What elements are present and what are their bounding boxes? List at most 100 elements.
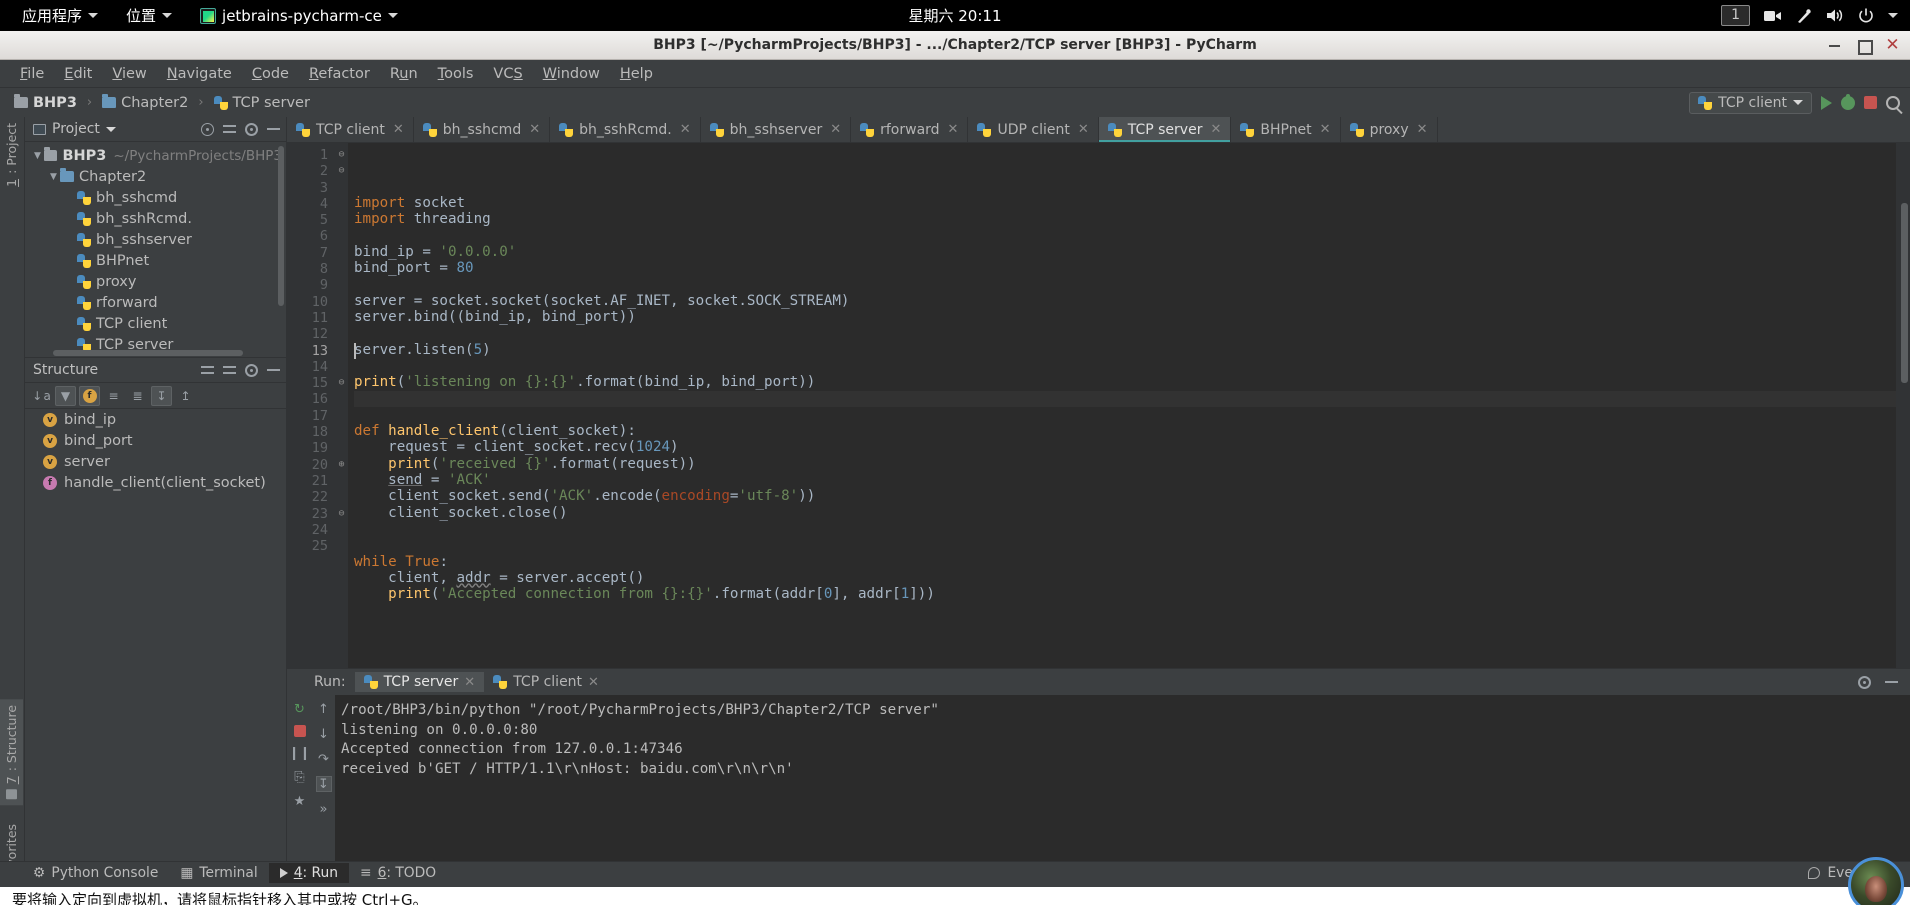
toolwindow-run[interactable]: 4: Run [268, 863, 349, 883]
code-text[interactable]: import socket import threading bind_ip = … [348, 143, 1896, 668]
close-button[interactable]: ✕ [1885, 37, 1900, 54]
editor-tab-bhpnet[interactable]: BHPnet ✕ [1231, 117, 1341, 142]
hide-icon[interactable] [267, 369, 280, 371]
pause-icon[interactable]: ❙❙ [289, 745, 311, 761]
tree-item-chapter2[interactable]: ▼ Chapter2 [25, 166, 286, 187]
sort-alphabetically-icon[interactable]: ↓ a [31, 386, 52, 406]
close-icon[interactable]: ✕ [1210, 122, 1221, 137]
run-tab-tcp-server[interactable]: TCP server ✕ [354, 672, 485, 692]
close-icon[interactable]: ✕ [1320, 122, 1331, 137]
scroll-up-icon[interactable]: ↑ [316, 701, 332, 717]
tree-item-bhp3[interactable]: ▼ BHP3 ~/PycharmProjects/BHP3 [25, 145, 286, 166]
close-icon[interactable]: ✕ [680, 122, 691, 137]
code-line[interactable]: print('received {}'.format(request)) [354, 456, 1896, 472]
code-line[interactable] [354, 276, 1896, 292]
autoscroll-to-source-icon[interactable]: ↧ [151, 385, 172, 406]
line-number[interactable]: 2 [287, 163, 335, 179]
line-number[interactable]: 22 [287, 489, 335, 505]
camera-icon[interactable] [1764, 9, 1782, 23]
close-icon[interactable]: ✕ [830, 122, 841, 137]
filter-icon[interactable]: ▼ [55, 385, 76, 406]
print-icon[interactable]: ⎘ [292, 769, 308, 785]
close-icon[interactable]: ✕ [393, 122, 404, 137]
code-line[interactable]: server.bind((bind_ip, bind_port)) [354, 309, 1896, 325]
code-line[interactable]: print('Accepted connection from {}:{}'.f… [354, 586, 1896, 602]
search-everywhere-icon[interactable] [1886, 95, 1900, 110]
line-number[interactable]: 15 [287, 375, 335, 391]
code-line[interactable] [354, 521, 1896, 537]
brightness-icon[interactable] [1796, 8, 1812, 24]
line-number[interactable]: 18 [287, 424, 335, 440]
menu-file[interactable]: File [10, 63, 54, 85]
close-icon[interactable]: ✕ [1417, 122, 1428, 137]
code-line[interactable]: def handle_client(client_socket): [354, 423, 1896, 439]
code-line[interactable]: print('listening on {}:{}'.format(bind_i… [354, 374, 1896, 390]
code-editor[interactable]: 1 2 3 4 5 6 7 8 9 10 11 12 13 14 15 16 17 18 19 20 21 22 23 24 2… [287, 143, 1910, 668]
code-line[interactable] [354, 537, 1896, 553]
breadcrumb-tcp-server[interactable]: TCP server [210, 94, 314, 112]
editor-tab-udp-client[interactable]: UDP client ✕ [968, 117, 1099, 142]
line-number[interactable]: 4 [287, 196, 335, 212]
scroll-to-end-icon[interactable]: ↧ [315, 776, 332, 792]
collapse-all-icon[interactable] [223, 364, 236, 376]
project-tree[interactable]: ▼ BHP3 ~/PycharmProjects/BHP3 ▼ Chapter2… [25, 142, 286, 357]
line-number[interactable]: 17 [287, 408, 335, 424]
fold-marker-icon[interactable]: ⊕ [335, 457, 348, 473]
close-icon[interactable]: ✕ [1078, 122, 1089, 137]
project-tree-vertical-scrollbar[interactable] [278, 146, 284, 306]
close-icon[interactable]: ✕ [588, 675, 599, 690]
toolwindow-todo[interactable]: ≡ 6: TODO [349, 863, 447, 883]
tree-item-tcp-client[interactable]: TCP client [25, 313, 286, 334]
editor-tab-tcp-server[interactable]: TCP server ✕ [1098, 117, 1232, 142]
menu-help[interactable]: Help [610, 63, 663, 85]
line-number[interactable]: 5 [287, 212, 335, 228]
line-number[interactable]: 11 [287, 310, 335, 326]
line-number[interactable]: 23 [287, 506, 335, 522]
gear-icon[interactable] [245, 122, 258, 136]
editor-scrollbar-track[interactable] [1896, 143, 1910, 668]
line-number[interactable]: 25 [287, 538, 335, 554]
code-line[interactable]: server.listen(5) [354, 342, 1896, 358]
line-number[interactable]: 16 [287, 391, 335, 407]
editor-tab-bh-sshserver[interactable]: bh_sshserver ✕ [701, 117, 852, 142]
maximize-button[interactable] [1856, 38, 1873, 55]
gear-icon[interactable] [245, 363, 258, 377]
toolwindow-python-console[interactable]: ⚙ Python Console [22, 863, 169, 883]
chevron-down-icon[interactable] [1888, 13, 1898, 18]
code-line[interactable] [354, 358, 1896, 374]
code-folding-strip[interactable]: ⊖ ⊖ ⊖ ⊕ ⊖ [335, 143, 348, 668]
tree-item-rforward[interactable]: rforward [25, 292, 286, 313]
power-icon[interactable] [1858, 8, 1874, 24]
applications-menu[interactable]: 应用程序 [8, 0, 112, 31]
line-number[interactable]: 19 [287, 440, 335, 456]
line-number[interactable]: 13 [287, 343, 335, 359]
line-number[interactable]: 20 [287, 457, 335, 473]
run-console-output[interactable]: /root/BHP3/bin/python "/root/PycharmProj… [335, 695, 1910, 861]
editor-tab-bh-sshcmd[interactable]: bh_sshcmd ✕ [414, 117, 551, 142]
code-line[interactable]: client, addr = server.accept() [354, 570, 1896, 586]
tree-item-bh-sshserver[interactable]: bh_sshserver [25, 229, 286, 250]
gear-icon[interactable] [1858, 675, 1871, 689]
structure-item-handle-client[interactable]: f handle_client(client_socket) [25, 472, 286, 493]
line-number[interactable]: 21 [287, 473, 335, 489]
editor-tab-bh-sshrcmd[interactable]: bh_sshRcmd. ✕ [550, 117, 701, 142]
code-line[interactable]: server = socket.socket(socket.AF_INET, s… [354, 293, 1896, 309]
collapse-all-icon[interactable]: ≣ [127, 386, 148, 406]
menu-window[interactable]: Window [533, 63, 610, 85]
menu-code[interactable]: Code [242, 63, 299, 85]
code-line[interactable]: client_socket.close() [354, 505, 1896, 521]
workspace-indicator[interactable]: 1 [1721, 5, 1750, 26]
editor-tab-rforward[interactable]: rforward ✕ [851, 117, 969, 142]
code-line[interactable]: import threading [354, 211, 1896, 227]
rerun-icon[interactable]: ↻ [292, 701, 308, 717]
stop-icon[interactable] [293, 725, 306, 737]
tree-item-proxy[interactable]: proxy [25, 271, 286, 292]
tree-item-bhpnet[interactable]: BHPnet [25, 250, 286, 271]
breadcrumb-bhp3[interactable]: BHP3 [10, 94, 81, 112]
code-line[interactable]: request = client_socket.recv(1024) [354, 439, 1896, 455]
structure-item-server[interactable]: v server [25, 451, 286, 472]
menu-run[interactable]: Run [380, 63, 428, 85]
editor-vertical-scrollbar[interactable] [1901, 203, 1908, 383]
fold-marker-icon[interactable]: ⊖ [335, 147, 348, 163]
line-number[interactable]: 3 [287, 180, 335, 196]
